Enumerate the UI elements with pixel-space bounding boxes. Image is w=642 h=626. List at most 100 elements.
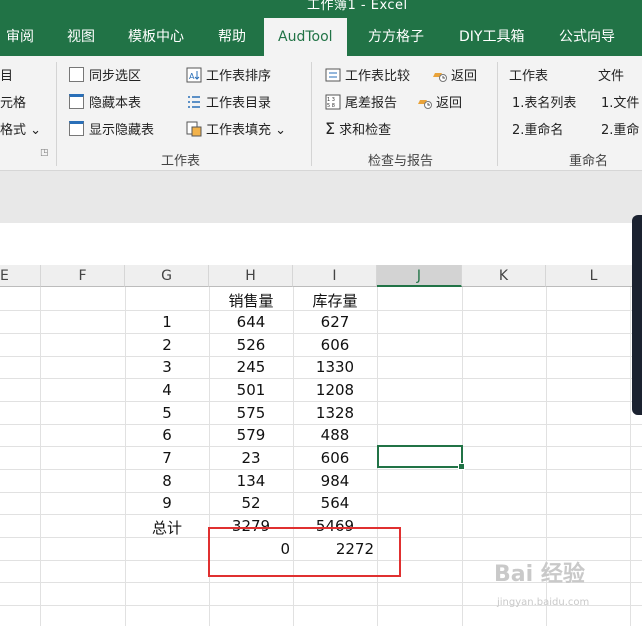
rename-sheet-button[interactable]: 2.重命名: [512, 119, 563, 138]
stock-cell[interactable]: 627: [293, 313, 377, 331]
rounding-report-button[interactable]: 1 35 8 尾差报告: [325, 92, 397, 111]
header-cell-stock[interactable]: 库存量: [293, 290, 377, 311]
sales-cell[interactable]: 526: [209, 336, 293, 354]
sync-selection-button[interactable]: 同步选区: [69, 65, 141, 84]
overlay-panel: [632, 215, 642, 415]
column-header-k[interactable]: K: [462, 265, 546, 287]
sheet-name-list-button[interactable]: 1.表名列表: [512, 92, 576, 111]
sheet-fill-label: 工作表填充 ⌄: [206, 123, 287, 138]
index-cell[interactable]: 5: [125, 404, 209, 422]
watermark-url: jingyan.baidu.com: [497, 597, 590, 608]
sum-check-button[interactable]: Σ 求和检查: [325, 119, 391, 138]
sales-cell[interactable]: 575: [209, 404, 293, 422]
tab-review[interactable]: 审阅: [6, 18, 34, 56]
stock-cell[interactable]: 606: [293, 449, 377, 467]
hide-sheet-button[interactable]: 隐藏本表: [69, 92, 141, 111]
worksheet-header: 工作表: [509, 69, 549, 84]
group-divider: [497, 62, 498, 166]
index-cell[interactable]: 8: [125, 472, 209, 490]
tab-fangfang-grid[interactable]: 方方格子: [368, 18, 424, 56]
stock-cell[interactable]: 1330: [293, 358, 377, 376]
stock-cell[interactable]: 984: [293, 472, 377, 490]
ribbon-partial-item[interactable]: 目: [0, 65, 13, 84]
ribbon-partial-item[interactable]: 元格: [0, 92, 26, 111]
stock-cell[interactable]: 606: [293, 336, 377, 354]
stock-cell[interactable]: 1208: [293, 381, 377, 399]
index-cell[interactable]: 4: [125, 381, 209, 399]
column-header-g[interactable]: G: [125, 265, 209, 287]
tab-audtool[interactable]: AudTool: [264, 18, 347, 56]
sheet-compare-label: 工作表比较: [345, 69, 411, 84]
back-button[interactable]: 返回: [431, 65, 477, 84]
sales-cell[interactable]: 52: [209, 494, 293, 512]
index-cell[interactable]: 1: [125, 313, 209, 331]
rename-file-button[interactable]: 2.重命: [601, 119, 639, 138]
show-hidden-sheets-button[interactable]: 显示隐藏表: [69, 119, 154, 138]
group-divider: [311, 62, 312, 166]
gridline: [0, 356, 642, 357]
sheet-directory-label: 工作表目录: [206, 96, 272, 111]
group-label-check-report: 检查与报告: [368, 154, 434, 169]
tab-view[interactable]: 视图: [67, 18, 95, 56]
gridline: [0, 492, 642, 493]
show-hidden-sheets-label: 显示隐藏表: [89, 123, 155, 138]
file-header: 文件: [598, 69, 625, 84]
sync-selection-label: 同步选区: [89, 69, 142, 84]
gridline: [0, 514, 642, 515]
rounding-report-label: 尾差报告: [345, 96, 398, 111]
tab-help[interactable]: 帮助: [218, 18, 246, 56]
compare-icon: [325, 68, 341, 82]
ribbon: 目 元格 格式 ⌄ ◳ 同步选区 隐藏本表 显示隐藏表 A 工作表排序 工作表目录…: [0, 56, 642, 171]
sort-icon: A: [186, 67, 202, 83]
index-cell[interactable]: 2: [125, 336, 209, 354]
back-label: 返回: [451, 69, 478, 84]
column-header-h[interactable]: H: [209, 265, 293, 287]
sheet-compare-button[interactable]: 工作表比较: [325, 65, 410, 84]
group-label-worksheet: 工作表: [161, 154, 201, 169]
sum-check-label: 求和检查: [339, 123, 392, 138]
index-cell[interactable]: 9: [125, 494, 209, 512]
sales-cell[interactable]: 134: [209, 472, 293, 490]
column-header-e[interactable]: E: [0, 265, 41, 287]
tab-formula-wizard[interactable]: 公式向导: [559, 18, 615, 56]
group-label-rename: 重命名: [569, 154, 609, 169]
gridline: [0, 401, 642, 402]
tab-diy-toolbox[interactable]: DIY工具箱: [459, 18, 524, 56]
sales-cell[interactable]: 501: [209, 381, 293, 399]
sales-cell[interactable]: 579: [209, 426, 293, 444]
formula-bar[interactable]: [0, 223, 642, 266]
stock-cell[interactable]: 564: [293, 494, 377, 512]
dialog-launcher-icon[interactable]: ◳: [40, 148, 49, 158]
sales-cell[interactable]: 23: [209, 449, 293, 467]
column-header-j[interactable]: J: [377, 265, 462, 287]
selected-cell-j8[interactable]: [377, 445, 465, 470]
index-cell[interactable]: 7: [125, 449, 209, 467]
total-label-cell[interactable]: 总计: [125, 517, 209, 538]
column-header-l[interactable]: L: [546, 265, 642, 287]
sheet-icon: [69, 121, 84, 136]
stock-cell[interactable]: 1328: [293, 404, 377, 422]
column-header-f[interactable]: F: [41, 265, 125, 287]
back-button[interactable]: 返回: [416, 92, 462, 111]
gridline: [40, 287, 41, 626]
ribbon-partial-item[interactable]: 格式 ⌄: [0, 119, 41, 138]
column-header-i[interactable]: I: [293, 265, 377, 287]
sales-cell[interactable]: 644: [209, 313, 293, 331]
sheet-sort-button[interactable]: A 工作表排序: [186, 65, 271, 84]
highlight-box: [208, 527, 401, 577]
return-icon: [418, 100, 432, 109]
back-label: 返回: [436, 96, 463, 111]
sheet-sort-label: 工作表排序: [206, 69, 272, 84]
index-cell[interactable]: 6: [125, 426, 209, 444]
sheet-fill-button[interactable]: 工作表填充 ⌄: [186, 119, 286, 138]
sheet-directory-button[interactable]: 工作表目录: [186, 92, 271, 111]
gridline: [0, 469, 642, 470]
tab-template-center[interactable]: 模板中心: [128, 18, 184, 56]
index-cell[interactable]: 3: [125, 358, 209, 376]
watermark-brand: Bai 经验: [494, 562, 585, 587]
sigma-icon: Σ: [325, 119, 336, 138]
sales-cell[interactable]: 245: [209, 358, 293, 376]
stock-cell[interactable]: 488: [293, 426, 377, 444]
header-cell-sales[interactable]: 销售量: [209, 290, 293, 311]
file-list-button[interactable]: 1.文件: [601, 92, 639, 111]
